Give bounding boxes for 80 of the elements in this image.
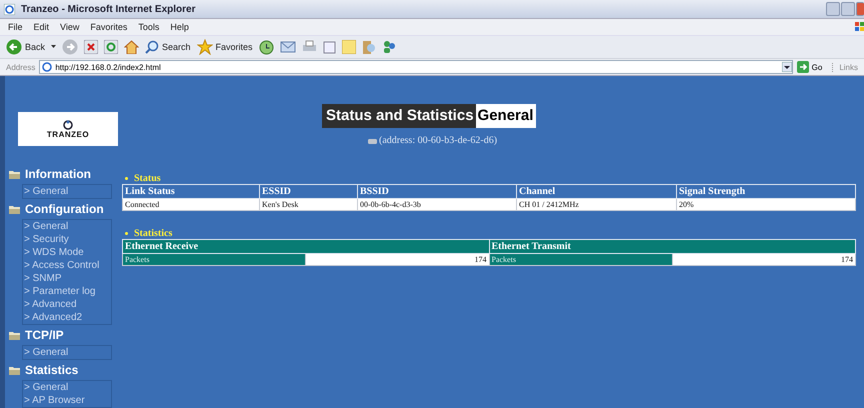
close-button[interactable]: [856, 2, 864, 16]
column-header: Channel: [516, 184, 676, 198]
table-cell: 00-0b-6b-4c-d3-3b: [358, 198, 516, 210]
document-icon[interactable]: [322, 40, 336, 54]
nav-link[interactable]: > Access Control: [23, 259, 111, 272]
search-button[interactable]: Search: [145, 40, 191, 54]
device-icon: [368, 138, 377, 144]
nav-link[interactable]: > General: [23, 220, 111, 233]
star-icon: [196, 39, 213, 55]
table-cell: Connected: [122, 198, 260, 210]
table-cell: Packets: [489, 254, 672, 266]
menu-item[interactable]: Help: [170, 22, 189, 32]
nav-link[interactable]: > Advanced2: [23, 311, 111, 324]
nav-link[interactable]: > General: [23, 185, 111, 198]
column-header: BSSID: [358, 184, 516, 198]
column-header: Ethernet Transmit: [489, 240, 856, 254]
menu-item[interactable]: Favorites: [90, 22, 128, 32]
nav-heading[interactable]: Configuration: [25, 202, 104, 216]
mail-icon[interactable]: [280, 40, 296, 54]
column-header: ESSID: [260, 184, 358, 198]
nav-link[interactable]: > General: [23, 346, 111, 359]
table-cell: CH 01 / 2412MHz: [516, 198, 676, 210]
folder-icon: [9, 366, 20, 374]
company-logo: TRANZEO: [18, 112, 118, 146]
back-button[interactable]: Back: [6, 39, 46, 55]
window-title: Tranzeo - Microsoft Internet Explorer: [21, 4, 196, 14]
page-subtitle: General: [476, 104, 536, 128]
column-header: Ethernet Receive: [122, 240, 489, 254]
go-button[interactable]: Go: [796, 61, 828, 73]
go-arrow-icon: [796, 61, 809, 73]
folder-icon: [9, 204, 20, 214]
table-cell: 20%: [676, 198, 856, 210]
address-field[interactable]: http://192.168.0.2/index2.html: [39, 60, 793, 74]
links-button[interactable]: Links: [832, 62, 864, 72]
search-icon: [145, 40, 160, 54]
restore-button[interactable]: [841, 2, 855, 16]
nav-link[interactable]: > Parameter log: [23, 285, 111, 298]
column-header: Link Status: [122, 184, 260, 198]
home-icon[interactable]: [124, 40, 140, 54]
nav-link[interactable]: > AP Browser: [23, 394, 111, 407]
device-address: (address: 00-60-b3-de-62-d6): [379, 135, 498, 146]
address-label: Address: [6, 62, 36, 72]
table-cell: Packets: [122, 254, 306, 266]
favorites-button[interactable]: Favorites: [196, 39, 253, 55]
folder-icon: [9, 330, 20, 340]
nav-link[interactable]: > Advanced: [23, 298, 111, 311]
caret-icon[interactable]: [51, 45, 56, 49]
table-cell: Ken's Desk: [260, 198, 358, 210]
menu-item[interactable]: Edit: [34, 22, 50, 32]
menu-item[interactable]: Tools: [138, 22, 160, 32]
minimize-button[interactable]: [826, 2, 840, 16]
refresh-icon[interactable]: [104, 40, 118, 54]
table-cell: 174: [672, 254, 856, 266]
page-title: Status and Statistics: [322, 104, 476, 128]
people-icon[interactable]: [382, 40, 397, 54]
column-header: Signal Strength: [676, 184, 856, 198]
nav-link[interactable]: > SNMP: [23, 272, 111, 285]
section-heading: Statistics: [134, 228, 172, 238]
section-heading: Status: [134, 172, 161, 184]
bullet-icon: [125, 176, 128, 180]
history-icon[interactable]: [258, 40, 274, 54]
page-icon: [42, 62, 52, 72]
bullet-icon: [125, 232, 128, 234]
nav-heading[interactable]: TCP/IP: [25, 328, 64, 342]
browser-icon: [4, 4, 15, 14]
note-icon[interactable]: [342, 40, 356, 54]
nav-heading[interactable]: Information: [25, 167, 91, 181]
table-cell: 174: [306, 254, 489, 266]
windows-logo-icon: [854, 21, 864, 33]
dropdown-icon[interactable]: [782, 62, 792, 72]
stop-icon[interactable]: [84, 40, 98, 54]
menu-item[interactable]: View: [60, 22, 80, 32]
folder-icon: [9, 170, 20, 178]
nav-link[interactable]: > Security: [23, 233, 111, 246]
forward-icon[interactable]: [62, 39, 78, 55]
menu-item[interactable]: File: [8, 22, 23, 32]
nav-heading[interactable]: Statistics: [25, 363, 78, 377]
logo-mark-icon: [63, 120, 73, 130]
nav-link[interactable]: > General: [23, 381, 111, 394]
nav-link[interactable]: > WDS Mode: [23, 246, 111, 259]
